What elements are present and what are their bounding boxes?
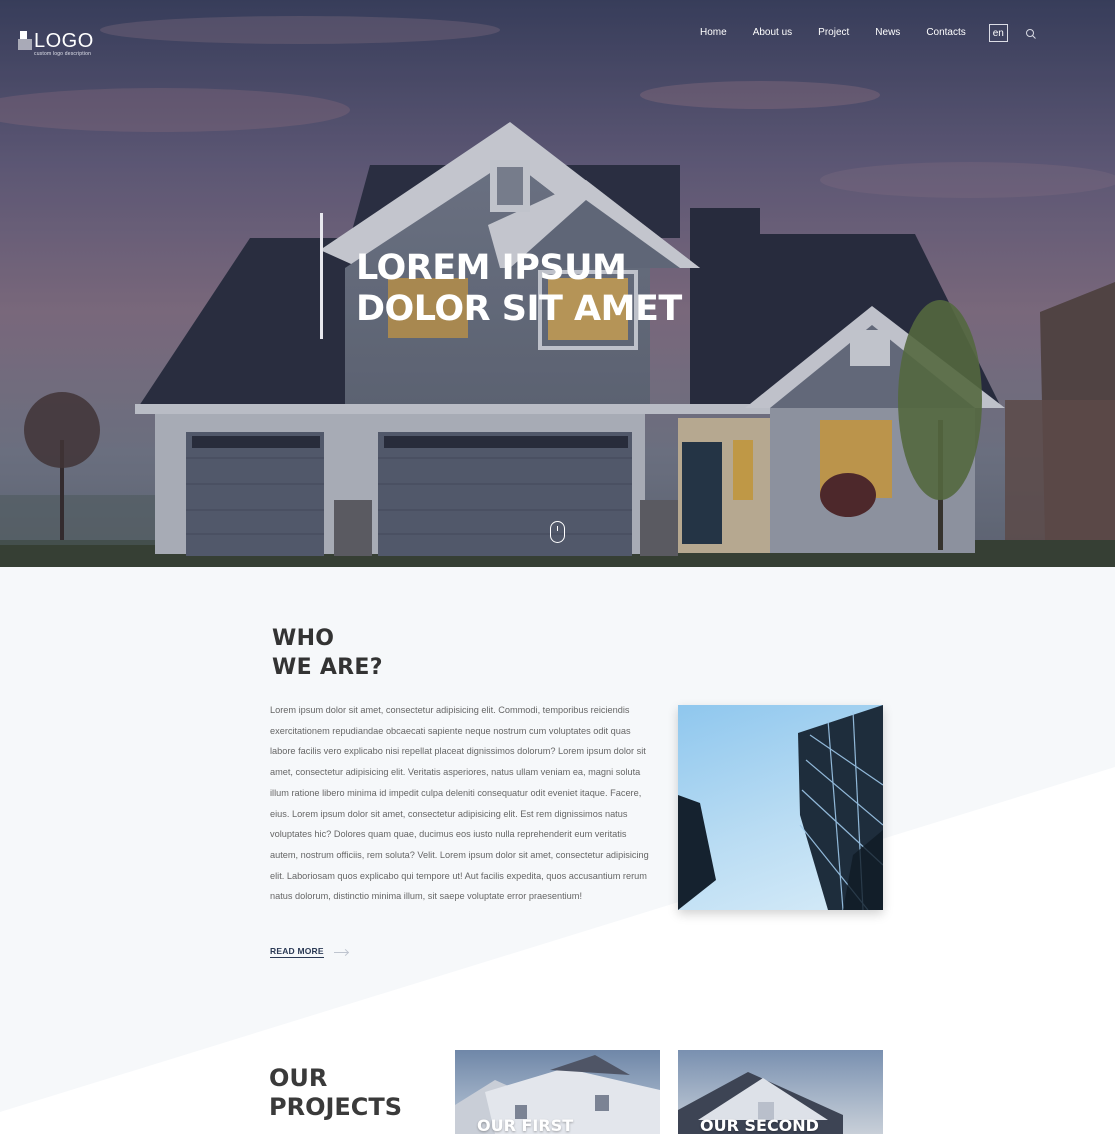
nav-news[interactable]: News	[875, 26, 900, 40]
main-nav: Home About us Project News Contacts en	[700, 24, 1037, 42]
read-more-label[interactable]: READ MORE	[270, 946, 324, 958]
projects-title-line2: PROJECTS	[269, 1093, 403, 1121]
arrow-right-icon	[333, 951, 348, 953]
hero-section: LOGO custom logo description Home About …	[0, 0, 1115, 567]
about-body-text: Lorem ipsum dolor sit amet, consectetur …	[270, 705, 649, 902]
about-title-line2: WE ARE?	[272, 655, 383, 680]
hero-title-line1: LOREM IPSUM	[356, 248, 627, 288]
hero-accent-bar	[320, 213, 323, 339]
projects-title: OUR PROJECTS	[269, 1064, 402, 1122]
nav-contacts[interactable]: Contacts	[926, 26, 965, 40]
project-card-first[interactable]: OUR FIRST	[455, 1050, 660, 1134]
about-title-line1: WHO	[272, 626, 335, 651]
logo-text: LOGO	[34, 30, 94, 52]
nav-about-us[interactable]: About us	[753, 26, 792, 40]
hero-title-line2: DOLOR SIT AMET	[356, 289, 682, 329]
search-icon[interactable]	[1025, 27, 1037, 39]
logo-tagline: custom logo description	[34, 51, 92, 57]
about-title: WHO WE ARE?	[272, 624, 383, 682]
scroll-down-icon[interactable]	[550, 521, 565, 543]
about-building-photo	[678, 705, 883, 910]
hero-title: LOREM IPSUM DOLOR SIT AMET	[356, 248, 682, 330]
project-card-second[interactable]: OUR SECOND	[678, 1050, 883, 1134]
nav-home[interactable]: Home	[700, 26, 727, 40]
read-more-link[interactable]: READ MORE	[270, 946, 348, 958]
brand-logo[interactable]: LOGO custom logo description	[18, 30, 94, 57]
project-card-first-label: OUR FIRST	[477, 1116, 574, 1134]
nav-project[interactable]: Project	[818, 26, 849, 40]
logo-mark-icon	[18, 31, 32, 51]
language-switcher[interactable]: en	[988, 24, 1008, 42]
projects-title-line1: OUR	[269, 1064, 328, 1092]
project-card-second-label: OUR SECOND	[700, 1116, 819, 1134]
